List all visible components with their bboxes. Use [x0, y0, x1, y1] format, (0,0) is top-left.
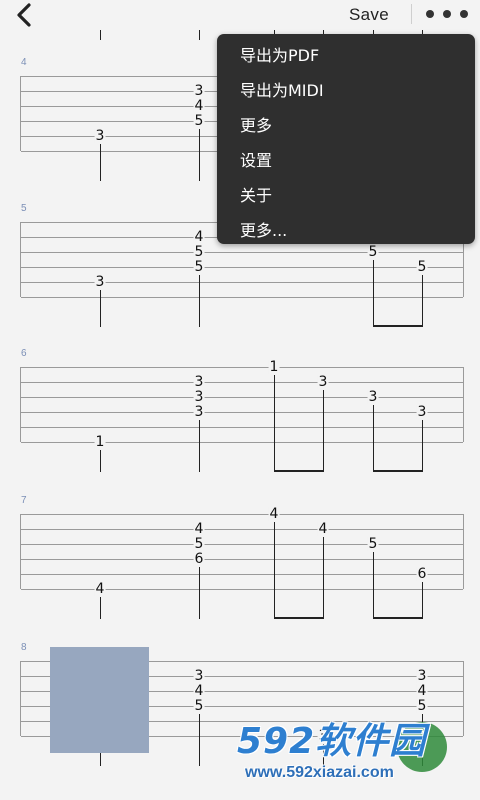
fret-number[interactable]: 3: [193, 84, 205, 98]
tab-staff: [20, 367, 464, 443]
string-line: [21, 529, 463, 530]
fret-number[interactable]: 4: [193, 522, 205, 536]
fret-number[interactable]: 3: [193, 669, 205, 683]
toolbar-divider: [411, 4, 412, 24]
watermark: 592软件园 www.592xiazai.com: [237, 712, 477, 798]
fret-number[interactable]: 5: [193, 245, 205, 259]
note-stem: [199, 129, 200, 181]
note-stem: [100, 290, 101, 327]
note-stem: [323, 390, 324, 472]
note-stem: [422, 582, 423, 619]
string-line: [21, 574, 463, 575]
string-line: [21, 382, 463, 383]
note-stem: [422, 275, 423, 327]
fret-number[interactable]: 4: [193, 684, 205, 698]
string-line: [21, 397, 463, 398]
ellipsis-icon: [426, 10, 434, 18]
menu-item-settings[interactable]: 设置: [240, 147, 272, 171]
selected-beat-highlight[interactable]: [50, 647, 149, 753]
measure-number: 8: [21, 642, 27, 653]
ellipsis-icon: [443, 10, 451, 18]
string-line: [21, 367, 463, 368]
fret-number[interactable]: 5: [193, 260, 205, 274]
fret-number[interactable]: 4: [317, 522, 329, 536]
fret-number[interactable]: 3: [416, 405, 428, 419]
string-line: [21, 514, 463, 515]
overflow-menu: 导出为PDF 导出为MIDI 更多 设置 关于 更多...: [217, 34, 475, 244]
note-beam: [373, 617, 423, 619]
fret-number[interactable]: 4: [193, 230, 205, 244]
fret-number[interactable]: 4: [94, 582, 106, 596]
note-stem: [100, 597, 101, 619]
string-line: [21, 252, 463, 253]
back-button[interactable]: [10, 2, 38, 28]
note-stem: [199, 275, 200, 327]
fret-number[interactable]: 5: [193, 537, 205, 551]
chevron-left-icon: [17, 3, 31, 27]
fret-number[interactable]: 5: [416, 699, 428, 713]
note-beam: [373, 325, 423, 327]
note-stem: [373, 405, 374, 472]
string-line: [21, 559, 463, 560]
note-stem: [422, 420, 423, 472]
note-stem: [274, 375, 275, 472]
note-stem: [323, 537, 324, 619]
menu-item-export-pdf[interactable]: 导出为PDF: [240, 42, 319, 66]
watermark-url: www.592xiazai.com: [245, 764, 394, 781]
watermark-logo: 592软件园: [237, 721, 427, 762]
note-beam: [274, 470, 324, 472]
string-line: [21, 442, 463, 443]
fret-number[interactable]: 3: [193, 375, 205, 389]
measure-number: 6: [21, 348, 27, 359]
note-stem: [373, 260, 374, 327]
tab-staff: [20, 514, 464, 590]
fret-number[interactable]: 3: [94, 129, 106, 143]
string-line: [21, 412, 463, 413]
measure-number: 5: [21, 203, 27, 214]
string-line: [21, 282, 463, 283]
string-line: [21, 297, 463, 298]
note-stem: [373, 552, 374, 619]
toolbar: Save: [0, 0, 480, 30]
fret-number[interactable]: 5: [367, 245, 379, 259]
fret-number[interactable]: 3: [193, 405, 205, 419]
measure-number: 4: [21, 57, 27, 68]
note-stem: [199, 714, 200, 766]
note-stem: [199, 420, 200, 472]
string-line: [21, 589, 463, 590]
fret-number[interactable]: 4: [268, 507, 280, 521]
note-stem: [199, 567, 200, 619]
more-options-button[interactable]: [426, 6, 468, 22]
fret-number[interactable]: 3: [193, 390, 205, 404]
fret-number[interactable]: 5: [367, 537, 379, 551]
menu-item-export-midi[interactable]: 导出为MIDI: [240, 77, 324, 101]
string-line: [21, 427, 463, 428]
string-line: [21, 544, 463, 545]
menu-item-more[interactable]: 更多: [240, 112, 272, 136]
note-stem: [274, 522, 275, 619]
fret-number[interactable]: 1: [268, 360, 280, 374]
fret-number[interactable]: 5: [193, 699, 205, 713]
fret-number[interactable]: 5: [193, 114, 205, 128]
note-beam: [274, 617, 324, 619]
fret-number[interactable]: 6: [416, 567, 428, 581]
note-stem: [100, 144, 101, 181]
fret-number[interactable]: 3: [367, 390, 379, 404]
fret-number[interactable]: 4: [416, 684, 428, 698]
fret-number[interactable]: 3: [416, 669, 428, 683]
save-button[interactable]: Save: [349, 5, 389, 25]
note-beam: [373, 470, 423, 472]
ellipsis-icon: [460, 10, 468, 18]
fret-number[interactable]: 3: [94, 275, 106, 289]
measure-number: 7: [21, 495, 27, 506]
note-stem: [100, 450, 101, 472]
menu-item-about[interactable]: 关于: [240, 182, 272, 206]
string-line: [21, 267, 463, 268]
fret-number[interactable]: 5: [416, 260, 428, 274]
menu-item-more-ellipsis[interactable]: 更多...: [240, 217, 287, 241]
fret-number[interactable]: 3: [317, 375, 329, 389]
fret-number[interactable]: 6: [193, 552, 205, 566]
fret-number[interactable]: 4: [193, 99, 205, 113]
fret-number[interactable]: 1: [94, 435, 106, 449]
